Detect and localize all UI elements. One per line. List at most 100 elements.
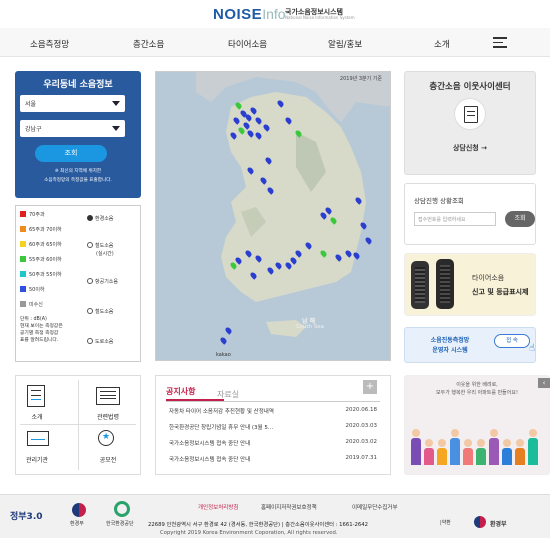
radio-road[interactable]: 도로소음	[87, 338, 113, 345]
legend-label: 55주과 60이하	[29, 257, 62, 263]
note-line2: 소음측정망의 측정값을 표출합니다.	[44, 178, 112, 183]
legend-label: 50주과 55이하	[29, 272, 62, 278]
nav-measure[interactable]: 소음측정망	[30, 38, 69, 50]
unit-line3: 공기별 측정 측정값	[20, 331, 59, 336]
notice-title: 국가소음정보시스템 접속 중단 안내	[169, 441, 251, 447]
cursor-icon: ☝	[529, 343, 536, 354]
monitor-icon[interactable]	[27, 431, 49, 446]
tab-archive[interactable]: 자료실	[217, 382, 239, 401]
legend-label: 50이하	[29, 287, 45, 293]
nav-floor[interactable]: 층간소음	[133, 38, 164, 50]
site-logo[interactable]: NOISEInfo	[213, 4, 286, 23]
tire-subtitle: 신고 및 등급표시제	[472, 288, 529, 296]
map-year: 2019년 3분기 기준	[339, 76, 382, 82]
nav-about[interactable]: 소개	[434, 38, 450, 50]
notice-row[interactable]: 국가소음정보시스템 접속 중단 안내 2020.03.02	[169, 439, 377, 447]
footer-email[interactable]: 이메일무단수집거부	[352, 503, 398, 511]
tab-notice[interactable]: 공지사항	[166, 379, 224, 401]
notice-date: 2020.03.02	[345, 439, 378, 445]
map-kakao: kakao	[216, 352, 231, 358]
unit-line1: 단위 : dB(A)	[20, 317, 47, 322]
status-title: 상담진행 상황조회	[414, 197, 464, 205]
tab-notice-label: 공지사항	[166, 387, 196, 396]
notice-row[interactable]: 자동차 타이어 소음저감 추진현황 및 산정내역 2020.06.18	[169, 407, 377, 415]
notice-more-button[interactable]: +	[363, 380, 377, 394]
person-icon	[476, 439, 486, 465]
keco-label: 한국환경공단	[106, 521, 134, 527]
hamburger-icon[interactable]	[493, 37, 507, 48]
moe-emblem-icon	[474, 516, 486, 528]
legend-label: 미수신	[29, 302, 43, 308]
legend-swatch	[20, 226, 26, 232]
radio-env[interactable]: 환경소음	[87, 215, 113, 222]
city-select[interactable]: 서울	[20, 95, 125, 112]
tab-archive-label: 자료실	[217, 390, 240, 399]
notice-date: 2020.06.18	[345, 407, 378, 413]
moe-emblem-icon	[72, 503, 86, 517]
noise-map[interactable]: 2019년 3분기 기준 남 해 South Sea kakao	[155, 71, 391, 361]
nav-notice[interactable]: 알림/홍보	[328, 38, 362, 50]
person-icon	[502, 439, 512, 465]
nav-tire[interactable]: 타이어소음	[228, 38, 267, 50]
radio-dot-icon	[87, 308, 93, 314]
district-value: 강남구	[25, 126, 42, 133]
quick-law[interactable]: 관련법령	[88, 412, 128, 421]
radio-dot-icon	[87, 278, 93, 284]
radio-label: 철도소음	[95, 309, 114, 315]
legend-swatch	[20, 241, 26, 247]
status-query-button[interactable]: 조회	[505, 211, 535, 227]
footer-copyright-policy[interactable]: 홈페이지저작권보호정책	[261, 503, 317, 511]
banner-prev-icon[interactable]: ‹	[538, 378, 550, 388]
center-title: 층간소음 이웃사이센터	[429, 82, 511, 92]
tire-icon	[411, 261, 429, 309]
tire-title: 타이어소음	[472, 274, 505, 282]
radio-dot-icon	[87, 338, 93, 344]
query-button[interactable]: 조회	[35, 145, 107, 162]
legend-item: 65주과 70이하	[20, 226, 62, 233]
system-title: 소음진동측정망	[430, 337, 470, 344]
radio-label: 철도소음	[95, 243, 114, 249]
logo-info: Info	[262, 6, 286, 22]
unit-line2: 현재 보이는 측정값은	[20, 324, 63, 329]
moe2-label: 환경부	[490, 521, 507, 528]
legend-item: 60주과 65이하	[20, 241, 62, 248]
korea-map	[196, 72, 390, 337]
unit-note: 단위 : dB(A) 현재 보이는 측정값은 공기별 측정 측정값 표를 알려드…	[20, 316, 63, 344]
district-select[interactable]: 강남구	[20, 120, 125, 137]
notice-row[interactable]: 한국환경공단 창립기념일 휴무 안내 (3월 5... 2020.03.03	[169, 423, 377, 431]
legend-item: 50주과 55이하	[20, 271, 62, 278]
banner-line1: 이웃을 위한 배려로,	[456, 382, 498, 388]
legend-swatch	[20, 286, 26, 292]
system-connect-button[interactable]: 접 속	[494, 334, 530, 348]
radio-rail[interactable]: 철도소음	[87, 308, 113, 315]
quick-about[interactable]: 소개	[17, 412, 57, 421]
chevron-down-icon	[112, 101, 120, 106]
consult-button[interactable]: 상담신청 →	[404, 143, 536, 153]
unit-line4: 표를 알려드립니다.	[20, 338, 59, 343]
logo-en: National Noise Information System	[285, 15, 355, 20]
notice-divider	[166, 401, 380, 402]
tire-icon	[436, 259, 454, 309]
notice-title: 한국환경공단 창립기념일 휴무 안내 (3월 5...	[169, 425, 274, 431]
local-noise-title: 우리동네 소음정보	[43, 80, 113, 90]
document-icon[interactable]	[27, 385, 45, 407]
quick-contest[interactable]: 공모전	[88, 455, 128, 464]
legend-item: 70주과	[20, 211, 45, 218]
notice-row[interactable]: 국가소음정보시스템 접속 중단 안내 2019.07.31	[169, 455, 377, 463]
notice-date: 2019.07.31	[345, 455, 378, 461]
legend-swatch	[20, 211, 26, 217]
radio-label: 도로소음	[95, 339, 114, 345]
medal-icon[interactable]: ★	[98, 430, 114, 446]
city-value: 서울	[25, 101, 37, 108]
footer-copyright: Copyright 2019 Korea Environment Coporat…	[160, 530, 338, 536]
legend-item: 55주과 60이하	[20, 256, 62, 263]
status-input[interactable]: 접수번호를 입력하세요	[414, 212, 496, 226]
footer-privacy[interactable]: 개인정보처리방침	[198, 503, 238, 511]
notice-title: 자동차 타이어 소음저감 추진현황 및 산정내역	[169, 409, 274, 415]
radio-rail-rt[interactable]: 철도소음	[87, 242, 113, 249]
radio-air[interactable]: 항공기소음	[87, 278, 118, 285]
law-book-icon[interactable]	[96, 387, 120, 405]
person-icon	[463, 439, 473, 465]
legend-label: 70주과	[29, 212, 45, 218]
quick-agency[interactable]: 관리기관	[17, 455, 57, 464]
